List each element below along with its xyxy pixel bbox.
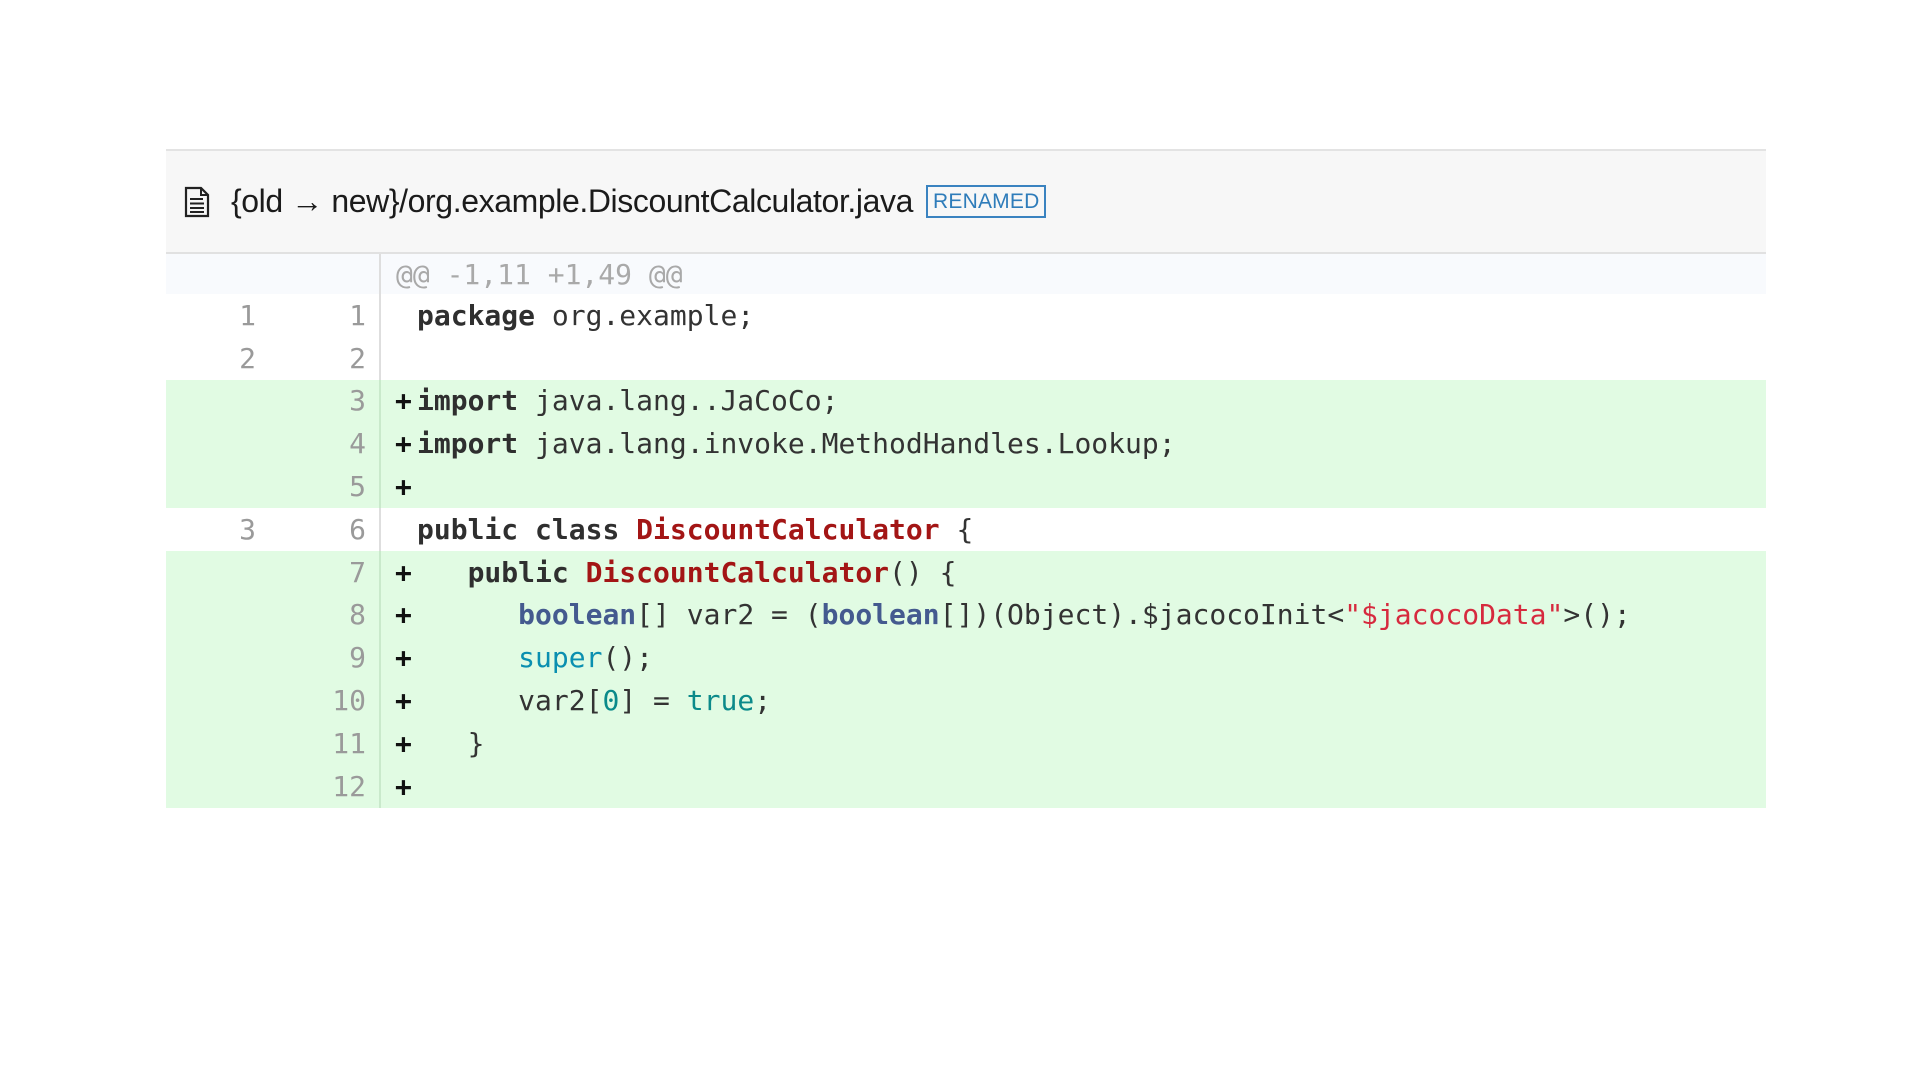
old-line-number[interactable]: 1 — [166, 299, 256, 332]
code-token: (); — [602, 641, 654, 675]
code-token: java.lang.invoke.MethodHandles.Lookup; — [518, 427, 1176, 461]
added-line: 3 + import java.lang..JaCoCo; — [166, 379, 1766, 423]
diff-marker: + — [395, 427, 412, 461]
diff-marker: + — [395, 726, 412, 760]
diff-marker: + — [395, 598, 412, 632]
code-text: super(); — [417, 641, 653, 674]
hunk-header: @@ -1,11 +1,49 @@ — [396, 257, 683, 291]
code-text: var2[0] = true; — [417, 684, 771, 717]
code-token: org.example; — [535, 298, 755, 332]
renamed-badge: RENAMED — [926, 185, 1047, 218]
code-token: } — [467, 726, 485, 760]
new-line-number[interactable]: 1 — [256, 299, 366, 332]
code-text: public DiscountCalculator() { — [417, 555, 957, 589]
diff-marker: + — [395, 769, 412, 803]
code-token: { — [939, 512, 974, 546]
new-line-number[interactable]: 5 — [256, 470, 366, 503]
context-line: 22 — [166, 336, 1766, 380]
diff-file-panel: {old → new}/org.example.DiscountCalculat… — [166, 149, 1766, 808]
code-token: () { — [889, 555, 957, 589]
added-line: 10 + var2[0] = true; — [166, 679, 1766, 722]
code-token: public — [417, 512, 519, 546]
new-line-number[interactable]: 6 — [256, 513, 366, 546]
code-token: import — [417, 384, 519, 418]
code-text: } — [417, 726, 485, 760]
code-token: package — [417, 298, 536, 332]
new-line-number[interactable]: 8 — [256, 598, 366, 631]
code-text: import java.lang.invoke.MethodHandles.Lo… — [417, 427, 1176, 460]
code-token: "$jacocoData" — [1344, 598, 1564, 632]
added-line: 5 + — [166, 465, 1766, 508]
code-token: boolean — [821, 598, 940, 632]
code-token: boolean — [518, 598, 637, 632]
code-text: boolean[] var2 = (boolean[])(Object).$ja… — [417, 598, 1631, 631]
code-token: super — [518, 641, 603, 675]
added-line: 4 + import java.lang.invoke.MethodHandles.… — [166, 422, 1766, 466]
code-token: java.lang..JaCoCo; — [518, 384, 839, 418]
diff-marker: + — [395, 684, 412, 718]
code-token: 0 — [602, 684, 620, 718]
context-line: 1 1 package org.example; — [166, 294, 1766, 337]
code-token: ; — [754, 684, 772, 718]
diff-body: @@ -1,11 +1,49 @@ 1 1 package org.example;… — [166, 254, 1766, 808]
code-token: [] var2 = ( — [636, 598, 822, 632]
added-line: 8 + boolean[] var2 = (boolean[])(Object).… — [166, 593, 1766, 637]
code-token: >(); — [1563, 598, 1631, 632]
code-token: var2[ — [518, 684, 603, 718]
code-text: public class DiscountCalculator { — [417, 513, 973, 546]
new-line-number[interactable]: 7 — [256, 556, 366, 589]
diff-marker: + — [395, 470, 412, 504]
old-line-number[interactable]: 2 — [166, 342, 256, 375]
code-token: import — [417, 427, 519, 461]
added-line: 7 + public DiscountCalculator() { — [166, 550, 1766, 594]
code-text: package org.example; — [417, 299, 754, 332]
diff-marker: + — [395, 384, 412, 418]
new-line-number[interactable]: 2 — [256, 342, 366, 375]
new-line-number[interactable]: 4 — [256, 427, 366, 460]
old-line-number[interactable]: 3 — [166, 513, 256, 546]
code-token: true — [686, 684, 755, 718]
code-token: [])(Object).$jacocoInit< — [939, 598, 1345, 632]
new-line-number[interactable]: 10 — [256, 684, 366, 717]
new-line-number[interactable]: 11 — [256, 727, 366, 760]
code-token: DiscountCalculator — [585, 555, 890, 589]
code-text: import java.lang..JaCoCo; — [417, 384, 838, 417]
file-header: {old → new}/org.example.DiscountCalculat… — [166, 149, 1766, 254]
file-path[interactable]: {old → new}/org.example.DiscountCalculat… — [231, 183, 913, 220]
added-line: 12 + — [166, 764, 1766, 808]
diff-marker: + — [395, 641, 412, 675]
added-line: 11 + } — [166, 721, 1766, 765]
context-line: 3 6 public class DiscountCalculator { — [166, 507, 1766, 551]
new-line-number[interactable]: 9 — [256, 641, 366, 674]
new-line-number[interactable]: 12 — [256, 770, 366, 803]
code-token: ] = — [619, 684, 687, 718]
code-token: DiscountCalculator — [636, 512, 940, 546]
document-icon — [182, 185, 212, 219]
hunk-header-row: @@ -1,11 +1,49 @@ — [166, 254, 1766, 294]
code-token: class — [535, 512, 620, 546]
new-line-number[interactable]: 3 — [256, 384, 366, 417]
code-token: public — [467, 555, 569, 589]
diff-marker: + — [395, 555, 412, 589]
added-line: 9 + super(); — [166, 636, 1766, 680]
